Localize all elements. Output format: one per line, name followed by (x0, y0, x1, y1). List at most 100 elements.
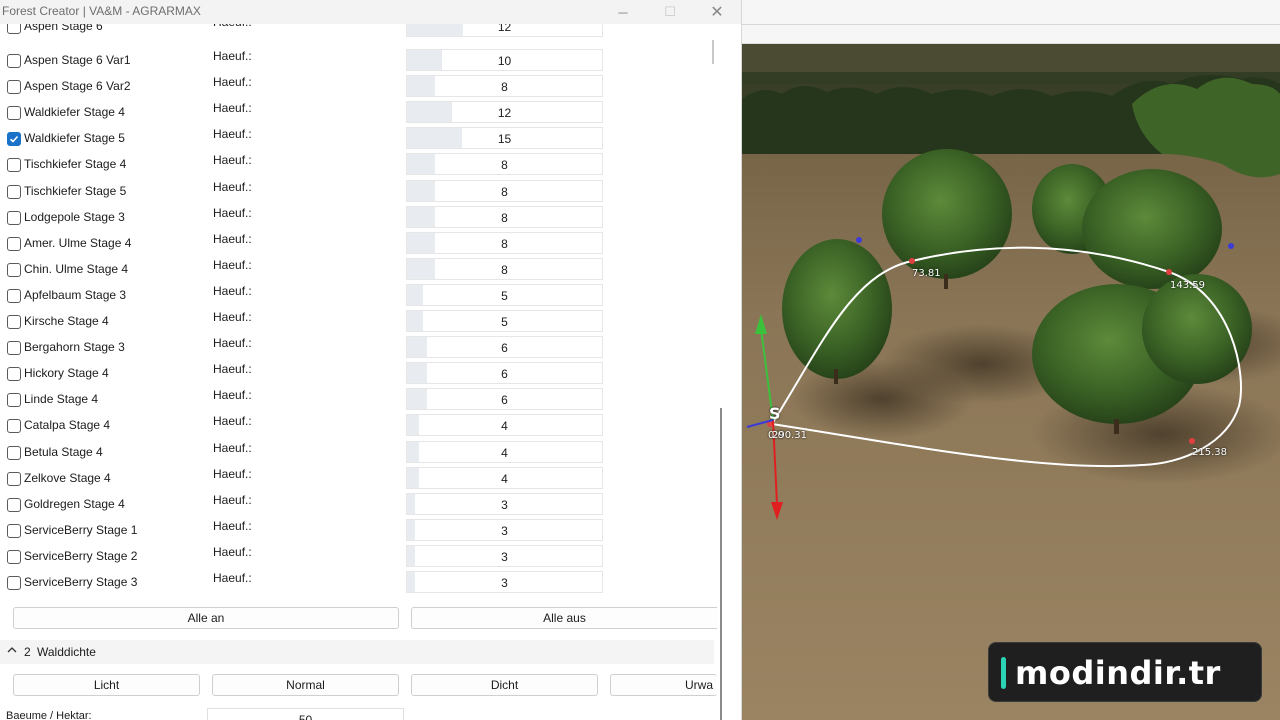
tree-name: Waldkiefer Stage 5 (24, 131, 125, 146)
tree-checkbox[interactable] (7, 497, 21, 512)
spline-distance-label-2: 143.59 (1170, 280, 1205, 291)
frequency-spinbox[interactable]: 10 (406, 49, 603, 71)
frequency-spinbox[interactable]: 15 (406, 127, 603, 150)
tree-checkbox[interactable] (7, 132, 21, 147)
tree-checkbox[interactable] (7, 419, 21, 434)
tree-row: Bergahorn Stage 3 Haeuf.: 6 (0, 335, 720, 361)
chevron-up-icon[interactable] (6, 644, 18, 659)
tree-row-partial: Aspen Stage 6 Haeuf.: 12 (0, 24, 720, 40)
frequency-spinbox[interactable]: 5 (406, 283, 603, 306)
frequency-spinbox[interactable]: 8 (406, 153, 603, 176)
tree-checkbox[interactable] (7, 236, 21, 251)
frequency-value: 6 (501, 393, 508, 408)
close-button[interactable]: ✕ (694, 0, 740, 24)
frequency-label: Haeuf.: (213, 388, 252, 403)
tree-checkbox[interactable] (7, 315, 21, 329)
tree-checkbox[interactable] (7, 24, 21, 34)
tree-checkbox[interactable] (7, 341, 21, 356)
tree-checkbox[interactable] (7, 54, 21, 68)
frequency-spinbox[interactable]: 6 (406, 336, 603, 359)
tree-checkbox[interactable] (7, 158, 21, 173)
frequency-value: 8 (501, 158, 508, 173)
tree-row: Waldkiefer Stage 5 Haeuf.: 15 (0, 126, 720, 152)
tree-row: Tischkiefer Stage 5 Haeuf.: 8 (0, 179, 720, 205)
frequency-spinbox[interactable]: 8 (406, 257, 603, 280)
tree-name: Amer. Ulme Stage 4 (24, 235, 132, 250)
inner-scrollbar[interactable] (712, 40, 714, 64)
window-titlebar[interactable]: Forest Creator | VA&M - AGRARMAX ─ ☐ ✕ (0, 0, 741, 24)
tree-name: Waldkiefer Stage 4 (24, 105, 125, 120)
section-header-walddichte[interactable]: 2 Walddichte (0, 640, 714, 664)
tree-checkbox[interactable] (7, 549, 21, 564)
tree-checkbox[interactable] (7, 262, 21, 277)
tree-row: Aspen Stage 6 Var2 Haeuf.: 8 (0, 74, 720, 100)
frequency-spinbox[interactable]: 12 (406, 101, 603, 124)
frequency-label: Haeuf.: (213, 492, 252, 507)
scrollbar-thumb[interactable] (720, 408, 722, 720)
frequency-value: 8 (501, 80, 508, 95)
tree-row: Aspen Stage 6 Var1 Haeuf.: 10 (0, 48, 720, 74)
frequency-spinbox[interactable]: 3 (406, 544, 603, 567)
tree-row: ServiceBerry Stage 3 Haeuf.: 3 (0, 570, 720, 596)
frequency-spinbox[interactable]: 12 (406, 24, 603, 37)
frequency-spinbox[interactable]: 4 (406, 440, 603, 463)
tree-checkbox[interactable] (7, 367, 21, 382)
tree-row: ServiceBerry Stage 2 Haeuf.: 3 (0, 544, 720, 570)
frequency-spinbox[interactable]: 3 (406, 518, 603, 541)
frequency-spinbox[interactable]: 6 (406, 362, 603, 385)
spline-distance-label-3: 215.38 (1192, 447, 1227, 458)
frequency-spinbox[interactable]: 8 (406, 231, 603, 254)
tree-checkbox[interactable] (7, 523, 21, 538)
frequency-spinbox[interactable]: 6 (406, 388, 603, 411)
minimize-button[interactable]: ─ (600, 0, 646, 24)
tree-name: Linde Stage 4 (24, 392, 99, 407)
tree-checkbox[interactable] (7, 80, 21, 95)
frequency-spinbox[interactable]: 4 (406, 414, 603, 437)
density-dense-button[interactable]: Dicht (411, 674, 598, 696)
game-viewport[interactable]: 73.81 143.59 215.38 0.0 290.31 S (742, 0, 1280, 720)
frequency-spinbox[interactable]: 4 (406, 466, 603, 489)
tree-checkbox[interactable] (7, 445, 21, 460)
tree-name: Goldregen Stage 4 (24, 496, 125, 511)
frequency-label: Haeuf.: (213, 544, 252, 559)
gizmo-start-marker: S (769, 404, 781, 423)
tree-checkbox[interactable] (7, 106, 21, 121)
frequency-spinbox[interactable]: 8 (406, 179, 603, 202)
frequency-spinbox[interactable]: 3 (406, 492, 603, 515)
maximize-button[interactable]: ☐ (647, 0, 693, 24)
tree-checkbox[interactable] (7, 471, 21, 486)
frequency-value: 3 (501, 523, 508, 538)
tree-checkbox[interactable] (7, 210, 21, 225)
frequency-spinbox[interactable]: 8 (406, 75, 603, 98)
frequency-value: 4 (501, 419, 508, 434)
frequency-label: Haeuf.: (213, 310, 252, 324)
density-primeval-button[interactable]: Urwa (610, 674, 717, 696)
density-normal-button[interactable]: Normal (212, 674, 399, 696)
all-off-button[interactable]: Alle aus (411, 607, 717, 629)
tree-checkbox[interactable] (7, 184, 21, 199)
frequency-label: Haeuf.: (213, 205, 252, 220)
frequency-spinbox[interactable]: 8 (406, 205, 603, 228)
density-light-button[interactable]: Licht (13, 674, 200, 696)
check-icon (9, 136, 19, 143)
section-number: 2 (24, 645, 31, 659)
tree-checkbox[interactable] (7, 288, 21, 303)
frequency-label: Haeuf.: (213, 283, 252, 298)
tree-checkbox[interactable] (7, 576, 21, 590)
tree-row: Linde Stage 4 Haeuf.: 6 (0, 387, 720, 413)
frequency-spinbox[interactable]: 5 (406, 310, 603, 332)
frequency-value: 8 (501, 184, 508, 199)
frequency-value: 8 (501, 236, 508, 251)
tree-checkbox[interactable] (7, 393, 21, 408)
scrollbar-track[interactable] (720, 24, 741, 720)
trees-per-hectare-input[interactable]: 50 (207, 708, 404, 720)
frequency-spinbox[interactable]: 3 (406, 571, 603, 593)
all-on-button[interactable]: Alle an (13, 607, 399, 629)
frequency-label: Haeuf.: (213, 336, 252, 351)
tree-type-list: Aspen Stage 6 Haeuf.: 12 Aspen Stage 6 V… (0, 24, 720, 596)
frequency-label: Haeuf.: (213, 414, 252, 429)
tree-row: Lodgepole Stage 3 Haeuf.: 8 (0, 205, 720, 231)
frequency-value: 8 (501, 262, 508, 277)
section-title: Walddichte (37, 645, 96, 659)
frequency-value: 12 (497, 24, 512, 34)
